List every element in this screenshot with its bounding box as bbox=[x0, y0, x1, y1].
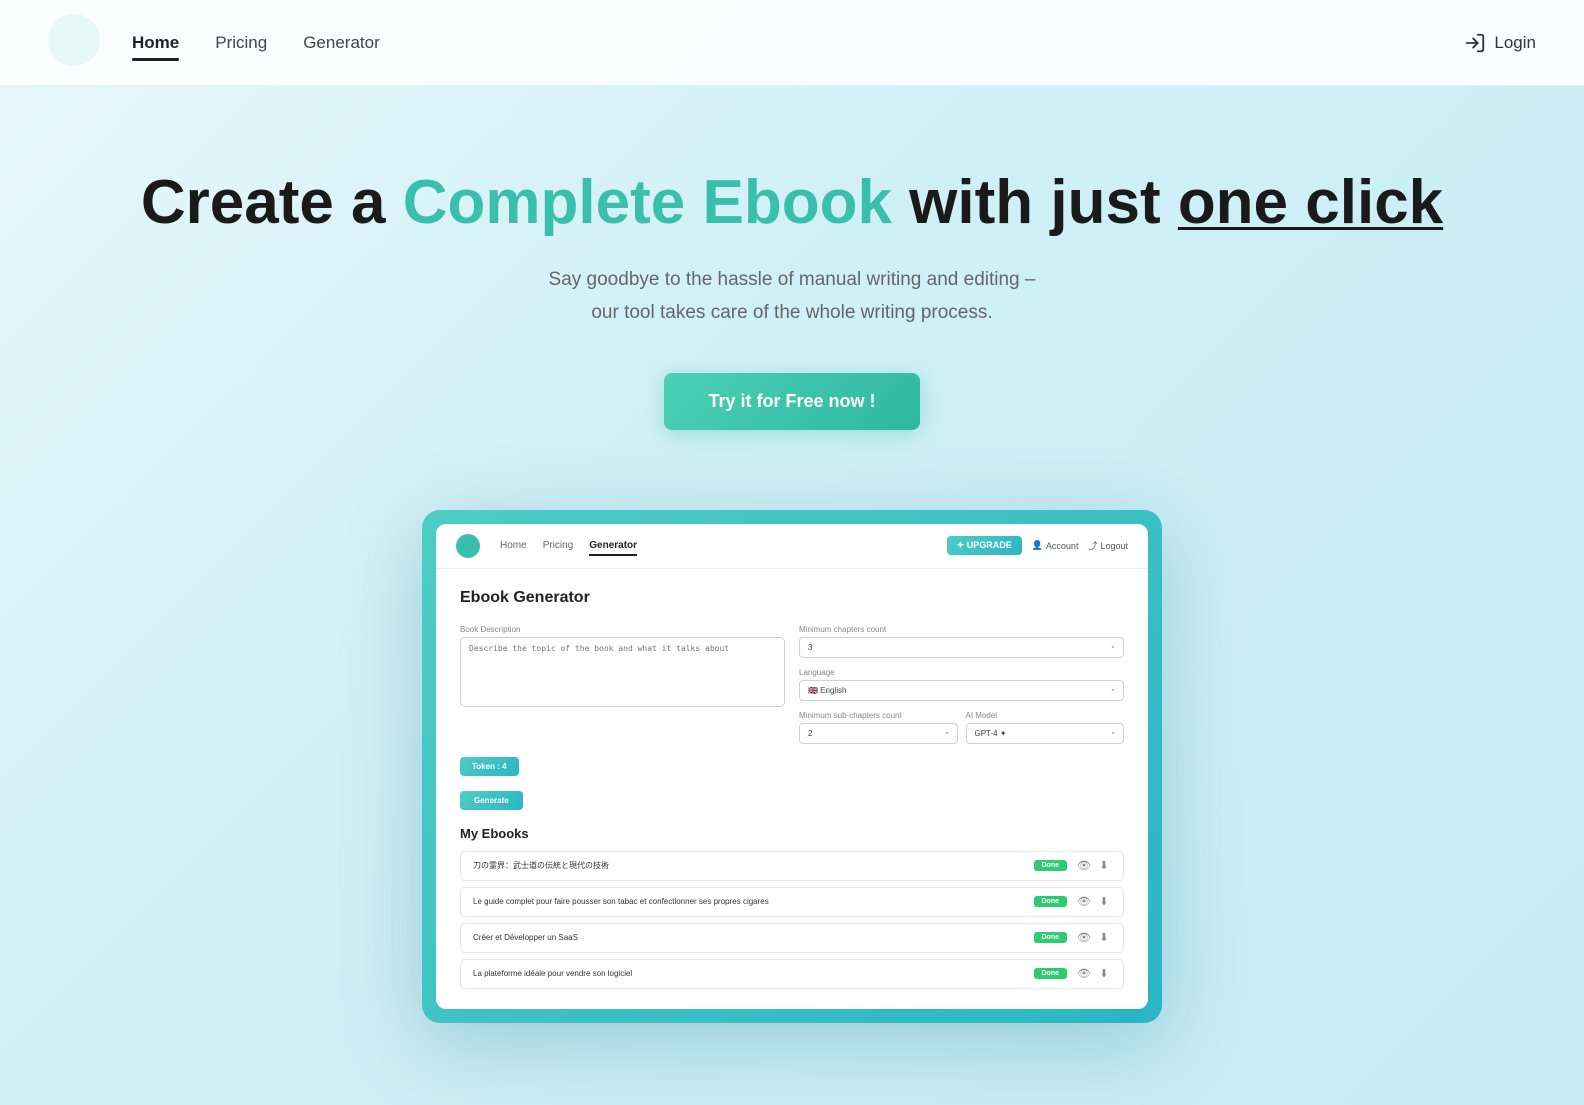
download-icon[interactable]: ⬇ bbox=[1097, 859, 1111, 873]
mini-upgrade-button[interactable]: ✦ UPGRADE bbox=[947, 536, 1022, 555]
screenshot-inner: Home Pricing Generator ✦ UPGRADE 👤 Accou… bbox=[436, 524, 1148, 1009]
generate-row: Generate bbox=[460, 790, 1124, 810]
hero-title-part2: with just bbox=[892, 168, 1178, 237]
ai-model-select[interactable]: GPT-4 ✦ bbox=[966, 723, 1125, 744]
mini-form-grid: Book Description Minimum chapters count … bbox=[460, 625, 1124, 744]
logo[interactable]: 🦅 bbox=[48, 14, 100, 71]
download-icon[interactable]: ⬇ bbox=[1097, 931, 1111, 945]
language-label: Language bbox=[799, 668, 1124, 677]
book-description-label: Book Description bbox=[460, 625, 785, 634]
ebook-title: 刀の霊界：武士道の伝統と現代の技術 bbox=[473, 860, 1024, 871]
mini-subgrid: Minimum sub-chapters count 2 AI Model GP… bbox=[799, 711, 1124, 744]
mini-form-right: Minimum chapters count 3 Language 🇬🇧 Eng… bbox=[799, 625, 1124, 744]
login-button[interactable]: Login bbox=[1464, 32, 1536, 54]
hero-subtitle: Say goodbye to the hassle of manual writ… bbox=[48, 264, 1536, 329]
mini-nav-account: 👤 Account bbox=[1032, 540, 1079, 551]
ebook-actions: 👁 ⬇ bbox=[1077, 859, 1111, 873]
hero-subtitle-line2: our tool takes care of the whole writing… bbox=[591, 302, 992, 323]
login-label: Login bbox=[1494, 33, 1536, 53]
mini-logo bbox=[456, 534, 480, 558]
ebook-actions: 👁 ⬇ bbox=[1077, 931, 1111, 945]
book-description-input[interactable] bbox=[460, 637, 785, 707]
main-nav: 🦅 Home Pricing Generator Login bbox=[0, 0, 1584, 86]
eye-icon[interactable]: 👁 bbox=[1077, 895, 1091, 909]
nav-link-generator[interactable]: Generator bbox=[303, 29, 380, 57]
hero-title-underline: one click bbox=[1178, 168, 1443, 237]
eye-icon[interactable]: 👁 bbox=[1077, 859, 1091, 873]
done-badge: Done bbox=[1034, 896, 1068, 907]
eye-icon[interactable]: 👁 bbox=[1077, 967, 1091, 981]
eye-icon[interactable]: 👁 bbox=[1077, 931, 1091, 945]
ebook-item: 刀の霊界：武士道の伝統と現代の技術 Done 👁 ⬇ bbox=[460, 851, 1124, 881]
login-icon bbox=[1464, 32, 1486, 54]
min-chapters-select[interactable]: 3 bbox=[799, 637, 1124, 658]
download-icon[interactable]: ⬇ bbox=[1097, 967, 1111, 981]
min-subchapters-select[interactable]: 2 bbox=[799, 723, 958, 744]
done-badge: Done bbox=[1034, 968, 1068, 979]
ebook-actions: 👁 ⬇ bbox=[1077, 967, 1111, 981]
mini-page-title: Ebook Generator bbox=[460, 589, 1124, 607]
ebook-title: La plateforme idéale pour vendre son log… bbox=[473, 969, 1024, 978]
done-badge: Done bbox=[1034, 932, 1068, 943]
account-icon: 👤 bbox=[1032, 540, 1043, 551]
ebook-item: Le guide complet pour faire pousser son … bbox=[460, 887, 1124, 917]
token-badge: Token : 4 bbox=[460, 757, 519, 776]
ebook-title: Créer et Développer un SaaS bbox=[473, 933, 1024, 942]
generate-button[interactable]: Generate bbox=[460, 791, 523, 810]
token-row: Token : 4 bbox=[460, 756, 1124, 782]
done-badge: Done bbox=[1034, 860, 1068, 871]
hero-title-part1: Create a bbox=[141, 168, 403, 237]
hero-title-highlight: Complete Ebook bbox=[403, 168, 892, 237]
mini-nav-links: Home Pricing Generator bbox=[500, 538, 927, 553]
mini-nav-pricing: Pricing bbox=[543, 538, 574, 553]
mini-nav-logout: ⤴ Logout bbox=[1088, 539, 1128, 552]
ebook-item: La plateforme idéale pour vendre son log… bbox=[460, 959, 1124, 989]
language-select[interactable]: 🇬🇧 English bbox=[799, 680, 1124, 701]
mini-content: Ebook Generator Book Description Minimum… bbox=[436, 569, 1148, 1009]
min-chapters-label: Minimum chapters count bbox=[799, 625, 1124, 634]
hero-title: Create a Complete Ebook with just one cl… bbox=[48, 166, 1536, 240]
logout-icon: ⤴ bbox=[1088, 539, 1097, 552]
mini-nav-home: Home bbox=[500, 538, 527, 553]
nav-link-pricing[interactable]: Pricing bbox=[215, 29, 267, 57]
hero-section: Create a Complete Ebook with just one cl… bbox=[0, 86, 1584, 490]
mini-nav-right: ✦ UPGRADE 👤 Account ⤴ Logout bbox=[947, 536, 1128, 555]
ebook-actions: 👁 ⬇ bbox=[1077, 895, 1111, 909]
ebook-item: Créer et Développer un SaaS Done 👁 ⬇ bbox=[460, 923, 1124, 953]
ai-model-label: AI Model bbox=[966, 711, 1125, 720]
nav-link-home[interactable]: Home bbox=[132, 29, 179, 57]
mini-nav: Home Pricing Generator ✦ UPGRADE 👤 Accou… bbox=[436, 524, 1148, 569]
screenshot-outer: Home Pricing Generator ✦ UPGRADE 👤 Accou… bbox=[422, 510, 1162, 1023]
download-icon[interactable]: ⬇ bbox=[1097, 895, 1111, 909]
mini-nav-generator: Generator bbox=[589, 538, 637, 553]
screenshot-wrapper: Home Pricing Generator ✦ UPGRADE 👤 Accou… bbox=[0, 490, 1584, 1083]
mini-form-left: Book Description bbox=[460, 625, 785, 744]
ebook-list: 刀の霊界：武士道の伝統と現代の技術 Done 👁 ⬇ Le guide comp… bbox=[460, 851, 1124, 989]
my-ebooks-title: My Ebooks bbox=[460, 826, 1124, 841]
ebook-title: Le guide complet pour faire pousser son … bbox=[473, 897, 1024, 906]
cta-button[interactable]: Try it for Free now ! bbox=[664, 373, 919, 430]
min-subchapters-label: Minimum sub-chapters count bbox=[799, 711, 958, 720]
hero-subtitle-line1: Say goodbye to the hassle of manual writ… bbox=[549, 269, 1036, 290]
nav-links: Home Pricing Generator bbox=[132, 29, 1464, 57]
